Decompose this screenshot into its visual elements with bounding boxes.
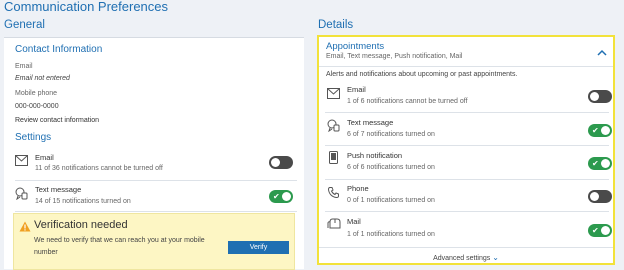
general-email-status: 11 of 36 notifications cannot be turned … bbox=[35, 165, 163, 172]
envelope-icon bbox=[327, 86, 341, 100]
general-email-name: Email bbox=[35, 153, 54, 162]
divider bbox=[325, 112, 609, 113]
appt-email-name: Email bbox=[347, 85, 366, 94]
divider bbox=[15, 211, 297, 212]
mobile-phone-label: Mobile phone bbox=[15, 90, 58, 97]
appt-phone-status: 0 of 1 notifications turned on bbox=[347, 197, 435, 204]
advanced-settings-link[interactable]: Advanced settings ⌄ bbox=[319, 253, 613, 262]
appointments-card: Appointments Email, Text message, Push n… bbox=[317, 35, 615, 265]
appointments-title[interactable]: Appointments bbox=[326, 41, 384, 52]
phone-icon bbox=[327, 185, 342, 199]
review-contact-link[interactable]: Review contact information bbox=[15, 117, 99, 124]
divider bbox=[325, 179, 609, 180]
divider bbox=[319, 247, 613, 248]
appt-text-toggle[interactable]: ✔ bbox=[588, 124, 612, 137]
details-heading: Details bbox=[318, 19, 354, 31]
appt-phone-name: Phone bbox=[347, 184, 369, 193]
mobile-phone-value: 000-000-0000 bbox=[15, 103, 59, 110]
divider bbox=[325, 211, 609, 212]
appt-push-status: 6 of 6 notifications turned on bbox=[347, 164, 435, 171]
general-text-status: 14 of 15 notifications turned on bbox=[35, 198, 131, 205]
mailbox-icon bbox=[327, 217, 341, 231]
appointments-channels: Email, Text message, Push notification, … bbox=[326, 53, 463, 60]
appt-mail-toggle[interactable]: ✔ bbox=[588, 224, 612, 237]
email-label: Email bbox=[15, 63, 33, 70]
settings-heading: Settings bbox=[15, 132, 52, 143]
divider bbox=[325, 145, 609, 146]
verification-title: Verification needed bbox=[34, 219, 128, 231]
verification-message: We need to verify that we can reach you … bbox=[34, 237, 205, 256]
contact-info-heading: Contact Information bbox=[15, 44, 103, 55]
appt-text-name: Text message bbox=[347, 118, 394, 127]
appt-mail-status: 1 of 1 notifications turned on bbox=[347, 231, 435, 238]
envelope-icon bbox=[15, 153, 29, 167]
chat-phone-icon bbox=[327, 119, 341, 133]
appt-push-toggle[interactable]: ✔ bbox=[588, 157, 612, 170]
divider bbox=[319, 66, 613, 67]
general-text-toggle[interactable]: ✔ bbox=[269, 190, 293, 203]
divider bbox=[15, 180, 297, 181]
general-email-toggle[interactable] bbox=[269, 156, 293, 169]
warning-icon bbox=[19, 219, 31, 232]
verification-banner: Verification needed We need to verify th… bbox=[13, 213, 295, 270]
advanced-settings-label: Advanced settings bbox=[433, 255, 491, 262]
appt-email-status: 1 of 6 notifications cannot be turned of… bbox=[347, 98, 468, 105]
appt-text-status: 6 of 7 notifications turned on bbox=[347, 131, 435, 138]
email-value: Email not entered bbox=[15, 75, 70, 82]
appt-email-toggle[interactable] bbox=[588, 90, 612, 103]
appointments-description: Alerts and notifications about upcoming … bbox=[326, 71, 518, 78]
appt-phone-toggle[interactable] bbox=[588, 190, 612, 203]
verify-button[interactable]: Verify bbox=[228, 241, 289, 254]
general-heading: General bbox=[4, 19, 45, 31]
mobile-device-icon bbox=[329, 151, 343, 165]
appt-mail-name: Mail bbox=[347, 217, 361, 226]
general-text-name: Text message bbox=[35, 185, 82, 194]
page-title: Communication Preferences bbox=[4, 0, 169, 14]
chat-phone-icon bbox=[15, 187, 29, 201]
chevron-up-icon[interactable] bbox=[597, 43, 609, 56]
appt-push-name: Push notification bbox=[347, 151, 403, 160]
chevron-down-icon: ⌄ bbox=[492, 253, 499, 262]
